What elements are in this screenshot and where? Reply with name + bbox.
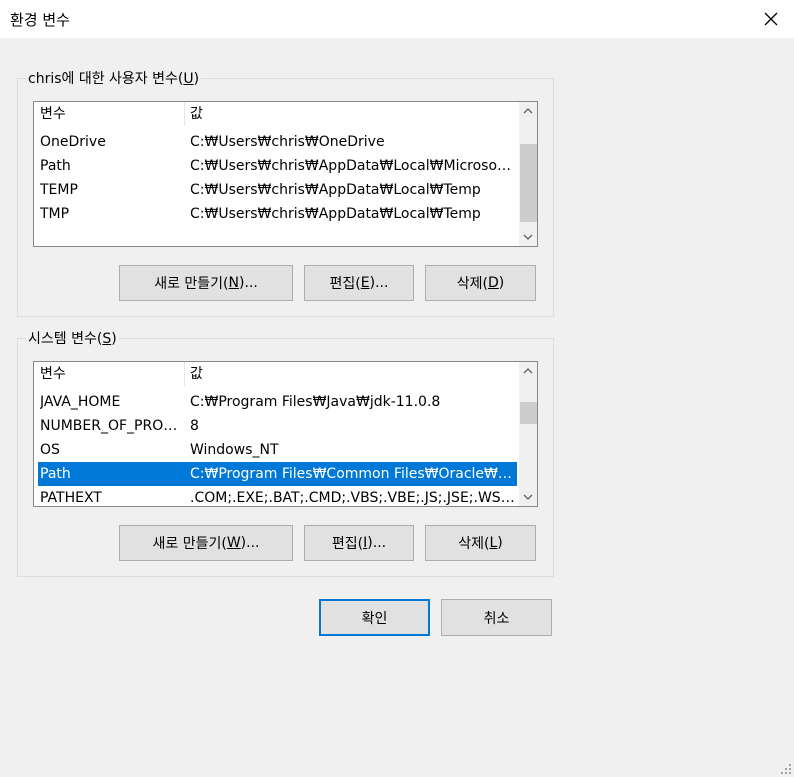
variable-name: Path [40, 158, 71, 174]
table-row-selected[interactable]: Path C:₩Program Files₩Common Files₩Oracl… [38, 462, 517, 486]
user-delete-button[interactable]: 삭제(D) [425, 265, 536, 301]
table-row[interactable]: OneDrive C:₩Users₩chris₩OneDrive [34, 130, 519, 154]
list-header: 변수 값 [34, 362, 519, 386]
system-variables-label: 시스템 변수(S) [26, 328, 119, 348]
variable-value: 8 [190, 418, 199, 434]
window-body: chris에 대한 사용자 변수(U) 변수 값 OneDrive C:₩Use… [0, 38, 794, 777]
scroll-down-button[interactable] [519, 488, 537, 506]
variable-name: OS [40, 442, 60, 458]
table-row[interactable]: TEMP C:₩Users₩chris₩AppData₩Local₩Temp [34, 178, 519, 202]
chevron-down-icon [523, 234, 533, 240]
variable-value: .COM;.EXE;.BAT;.CMD;.VBS;.VBE;.JS;.JSE;.… [190, 490, 515, 506]
cancel-button[interactable]: 취소 [441, 599, 552, 636]
column-header-value[interactable]: 값 [190, 362, 515, 386]
user-new-button[interactable]: 새로 만들기(N)... [119, 265, 293, 301]
ok-button[interactable]: 확인 [319, 599, 430, 636]
variable-name: Path [40, 466, 71, 482]
system-new-button[interactable]: 새로 만들기(W)... [119, 525, 293, 561]
column-header-name[interactable]: 변수 [40, 362, 184, 386]
scroll-up-button[interactable] [519, 362, 537, 380]
user-variables-list[interactable]: 변수 값 OneDrive C:₩Users₩chris₩OneDrive Pa… [33, 101, 538, 247]
system-delete-button[interactable]: 삭제(L) [425, 525, 536, 561]
variable-value: C:₩Users₩chris₩AppData₩Local₩Temp [190, 206, 481, 222]
table-row[interactable]: PATHEXT .COM;.EXE;.BAT;.CMD;.VBS;.VBE;.J… [34, 486, 519, 506]
table-row[interactable]: OS Windows_NT [34, 438, 519, 462]
chevron-down-icon [523, 494, 533, 500]
chevron-up-icon [523, 108, 533, 114]
scrollbar-thumb[interactable] [520, 144, 537, 222]
system-variables-list[interactable]: 변수 값 JAVA_HOME C:₩Program Files₩Java₩jdk… [33, 361, 538, 507]
variable-value: C:₩Users₩chris₩AppData₩Local₩Temp [190, 182, 481, 198]
variable-name: PATHEXT [40, 490, 102, 506]
close-button[interactable] [748, 0, 794, 38]
table-row[interactable]: NUMBER_OF_PROC... 8 [34, 414, 519, 438]
column-header-name[interactable]: 변수 [40, 102, 184, 126]
list-header: 변수 값 [34, 102, 519, 126]
scroll-up-button[interactable] [519, 102, 537, 120]
column-header-value[interactable]: 값 [190, 102, 515, 126]
system-edit-button[interactable]: 편집(I)... [304, 525, 414, 561]
variable-name: JAVA_HOME [40, 394, 121, 410]
resize-grip-icon[interactable] [780, 763, 792, 775]
table-row[interactable]: JAVA_HOME C:₩Program Files₩Java₩jdk-11.0… [34, 390, 519, 414]
title-bar: 환경 변수 [0, 0, 794, 38]
user-edit-button[interactable]: 편집(E)... [304, 265, 414, 301]
variable-value: Windows_NT [190, 442, 279, 458]
table-row[interactable]: Path C:₩Users₩chris₩AppData₩Local₩Micros… [34, 154, 519, 178]
window-title: 환경 변수 [10, 11, 70, 29]
chevron-up-icon [523, 368, 533, 374]
scroll-down-button[interactable] [519, 228, 537, 246]
user-variables-group: chris에 대한 사용자 변수(U) 변수 값 OneDrive C:₩Use… [17, 68, 554, 317]
variable-name: TMP [40, 206, 70, 222]
user-variables-label: chris에 대한 사용자 변수(U) [26, 68, 202, 88]
variable-name: TEMP [40, 182, 78, 198]
variable-name: OneDrive [40, 134, 106, 150]
vertical-scrollbar[interactable] [519, 102, 537, 246]
close-icon [764, 12, 778, 26]
variable-value: C:₩Users₩chris₩AppData₩Local₩Microsoft₩.… [190, 158, 515, 174]
variable-value: C:₩Users₩chris₩OneDrive [190, 134, 385, 150]
variable-value: C:₩Program Files₩Java₩jdk-11.0.8 [190, 394, 441, 410]
system-variables-group: 시스템 변수(S) 변수 값 JAVA_HOME C:₩Program File… [17, 328, 554, 577]
vertical-scrollbar[interactable] [519, 362, 537, 506]
variable-value: C:₩Program Files₩Common Files₩Oracle₩Ja.… [190, 466, 513, 482]
table-row[interactable]: TMP C:₩Users₩chris₩AppData₩Local₩Temp [34, 202, 519, 226]
scrollbar-thumb[interactable] [520, 402, 537, 424]
variable-name: NUMBER_OF_PROC... [40, 418, 184, 434]
